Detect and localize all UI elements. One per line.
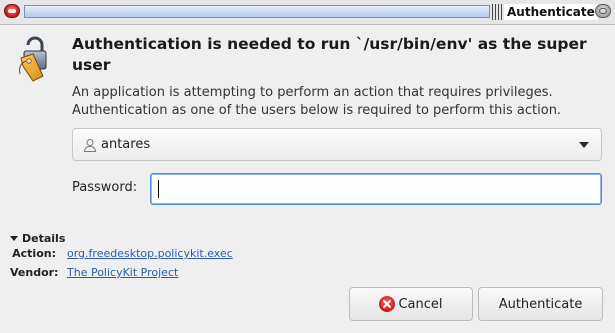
action-link[interactable]: org.freedesktop.policykit.exec	[67, 247, 233, 260]
title-bar[interactable]: Authenticate	[0, 0, 615, 25]
vendor-link[interactable]: The PolicyKit Project	[67, 266, 178, 279]
selected-user-name: antares	[101, 137, 151, 152]
password-label: Password:	[72, 180, 138, 195]
title-bar-grip	[492, 4, 504, 20]
user-icon	[83, 139, 97, 152]
dialog-heading: Authentication is needed to run `/usr/bi…	[72, 35, 587, 74]
password-field[interactable]	[150, 173, 602, 205]
details-expander[interactable]: Details	[10, 232, 65, 245]
keys-lock-icon	[19, 36, 47, 82]
chevron-down-icon	[579, 142, 589, 148]
title-bar-fill	[24, 5, 490, 18]
maximize-window-button[interactable]	[595, 4, 611, 18]
cancel-button[interactable]: Cancel	[349, 287, 473, 321]
cancel-button-label: Cancel	[398, 296, 443, 312]
user-select-dropdown[interactable]: antares	[72, 128, 602, 161]
details-label: Details	[22, 232, 66, 245]
action-label: Action:	[12, 247, 56, 260]
dialog-description: An application is attempting to perform …	[72, 85, 562, 118]
expander-triangle-icon	[10, 236, 18, 241]
cancel-icon	[379, 296, 396, 312]
authenticate-button-label: Authenticate	[498, 296, 583, 312]
vendor-label: Vendor:	[10, 266, 59, 279]
close-window-button[interactable]	[4, 4, 20, 18]
text-cursor	[158, 180, 159, 198]
authenticate-button[interactable]: Authenticate	[478, 287, 603, 321]
window-title: Authenticate	[504, 4, 598, 20]
